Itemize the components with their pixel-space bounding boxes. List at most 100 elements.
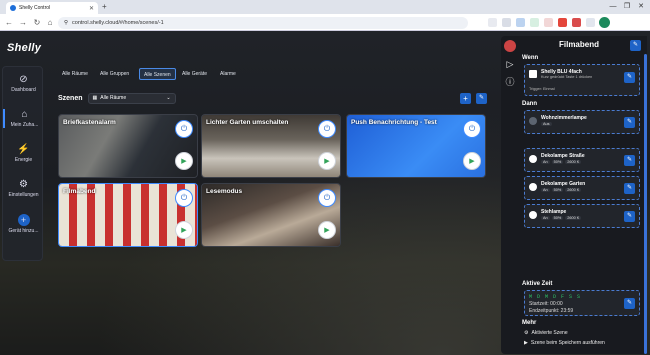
close-window-button[interactable]: ✕ (636, 2, 646, 11)
scene-card[interactable]: Lesemodus ⏻ ▶ (201, 183, 341, 247)
more-section-label: Mehr (522, 320, 537, 326)
active-time-card[interactable]: M D M D F S S Startzeit: 00:00 Endzeitpu… (524, 290, 640, 316)
scene-power-button[interactable]: ⏻ (318, 120, 336, 138)
extensions-puzzle-icon[interactable] (586, 18, 595, 27)
scene-power-button[interactable]: ⏻ (175, 189, 193, 207)
run-icon[interactable]: ▷ (504, 58, 516, 70)
edit-action-button[interactable]: ✎ (624, 211, 635, 222)
when-section-label: Wenn (522, 55, 539, 61)
play-icon: ▶ (181, 157, 187, 165)
scene-run-button[interactable]: ▶ (318, 152, 336, 170)
nav-my-home[interactable]: ⌂ Mein Zuha... (3, 109, 44, 128)
brightness-chip: 50% (551, 216, 564, 220)
play-icon: ▶ (181, 226, 187, 234)
scene-run-button[interactable]: ▶ (175, 221, 193, 239)
scene-run-button[interactable]: ▶ (463, 152, 481, 170)
site-info-icon[interactable]: ⚲ (64, 20, 68, 26)
home-icon[interactable]: ⌂ (45, 18, 55, 27)
scene-power-button[interactable]: ⏻ (318, 189, 336, 207)
scene-title: Push Benachrichtung - Test (351, 119, 437, 126)
info-icon[interactable]: ⓘ (504, 76, 516, 88)
tab-alarms[interactable]: Alarme (216, 68, 240, 80)
extension-icon[interactable] (530, 18, 539, 27)
minimize-button[interactable]: — (608, 2, 618, 11)
nav-energy[interactable]: ⚡ Energie (3, 144, 44, 163)
run-on-save-toggle[interactable]: ▶ Szene beim Speichern ausführen (524, 340, 605, 346)
then-section-label: Dann (522, 101, 537, 107)
play-icon: ▶ (324, 226, 330, 234)
scene-card[interactable]: Briefkastenalarm ⏻ ▶ (58, 114, 198, 178)
forward-icon[interactable]: → (18, 18, 28, 27)
nav-settings[interactable]: ⚙ Einstellungen (3, 179, 44, 198)
scene-card[interactable]: Push Benachrichtung - Test ⏻ ▶ (346, 114, 486, 178)
cast-icon[interactable] (488, 18, 497, 27)
home-nav-icon: ⌂ (21, 109, 28, 120)
trigger-mode: Trigger: Einmal (529, 87, 555, 91)
add-scene-button[interactable]: + (460, 92, 471, 104)
color-temp-chip: 2600 K (565, 160, 582, 164)
tab-all-groups[interactable]: Alle Gruppen (96, 68, 133, 80)
play-icon: ▶ (324, 157, 330, 165)
back-icon[interactable]: ← (4, 18, 14, 27)
scene-power-button[interactable]: ⏻ (175, 120, 193, 138)
panel-scrollbar[interactable] (644, 54, 647, 354)
browser-tab[interactable]: Shelly Control ✕ (6, 2, 98, 14)
power-icon: ⏻ (468, 124, 476, 133)
chevron-down-icon: ⌄ (166, 95, 171, 101)
shelly-logo: Shelly (7, 42, 42, 54)
room-select[interactable]: ▦ Alle Räume ⌄ (87, 92, 176, 104)
scene-card[interactable]: Lichter Garten umschalten ⏻ ▶ (201, 114, 341, 178)
nav-add-device[interactable]: + Gerät hinzu... (3, 214, 44, 234)
tab-all-scenes[interactable]: Alle Szenen (139, 68, 176, 80)
trigger-card[interactable]: Shelly BLU 4fach Kurz gedrückt Taste 1 d… (524, 64, 640, 96)
scene-title: Filmabend (63, 188, 96, 195)
energy-icon: ⚡ (17, 144, 30, 155)
bulb-icon (529, 183, 537, 191)
tab-close-icon[interactable]: ✕ (89, 5, 94, 12)
scene-detail-title: Filmabend (558, 40, 599, 49)
active-time-label: Aktive Zeit (522, 281, 553, 287)
scenes-bar: Szenen ▦ Alle Räume ⌄ + ✎ (58, 90, 487, 106)
extension-2-icon[interactable] (572, 18, 581, 27)
browser-profile-avatar[interactable] (599, 17, 610, 28)
edit-scenes-button[interactable]: ✎ (476, 92, 487, 104)
tab-all-rooms[interactable]: Alle Räume (58, 68, 92, 80)
reload-icon[interactable]: ↻ (32, 18, 42, 27)
color-temp-chip: 2600 K (565, 216, 582, 220)
action-card[interactable]: Wohnzimmerlampe Aus ✎ (524, 110, 640, 134)
new-tab-button[interactable]: + (102, 3, 107, 11)
scene-run-button[interactable]: ▶ (318, 221, 336, 239)
translate-icon[interactable] (502, 18, 511, 27)
scene-card-selected[interactable]: Filmabend ⏻ ▶ (58, 183, 198, 247)
dashboard-icon: ⊘ (19, 74, 28, 85)
browser-tab-title: Shelly Control (19, 5, 51, 11)
scene-power-button[interactable]: ⏻ (463, 120, 481, 138)
nav-dashboard[interactable]: ⊘ Dashboard (3, 74, 44, 93)
bookmark-icon[interactable] (544, 18, 553, 27)
detail-rail: ▷ ⓘ (501, 36, 519, 354)
share-icon[interactable] (516, 18, 525, 27)
end-time: Endzeitpunkt: 23:59 (529, 308, 574, 314)
scene-title: Briefkastenalarm (63, 119, 116, 126)
action-card[interactable]: Dekolampe Garten An 50% 2600 K ✎ (524, 176, 640, 200)
tab-all-devices[interactable]: Alle Geräte (178, 68, 211, 80)
scene-title: Lichter Garten umschalten (206, 119, 289, 126)
edit-action-button[interactable]: ✎ (624, 183, 635, 194)
nav-label: Dashboard (11, 87, 36, 93)
edit-scene-button[interactable]: ✎ (630, 40, 641, 51)
scene-run-button[interactable]: ▶ (175, 152, 193, 170)
address-bar[interactable]: ⚲ control.shelly.cloud/#/home/scenes/-1 (58, 16, 468, 29)
play-icon: ▶ (469, 157, 475, 165)
activated-scene-toggle[interactable]: ⚙ Aktivierte Szene (524, 330, 568, 336)
edit-action-button[interactable]: ✎ (624, 155, 635, 166)
edit-active-time-button[interactable]: ✎ (624, 298, 635, 309)
action-card[interactable]: Stehlampe An 50% 2600 K ✎ (524, 204, 640, 228)
nav-label: Energie (14, 157, 33, 163)
nav-label: Gerät hinzu... (8, 228, 39, 234)
action-card[interactable]: Dekolampe Straße An 50% 2600 K ✎ (524, 148, 640, 172)
maximize-button[interactable]: ❐ (622, 2, 632, 11)
edit-trigger-button[interactable]: ✎ (624, 72, 635, 83)
edit-action-button[interactable]: ✎ (624, 117, 635, 128)
youtube-icon[interactable] (558, 18, 567, 27)
bulb-icon (529, 211, 537, 219)
